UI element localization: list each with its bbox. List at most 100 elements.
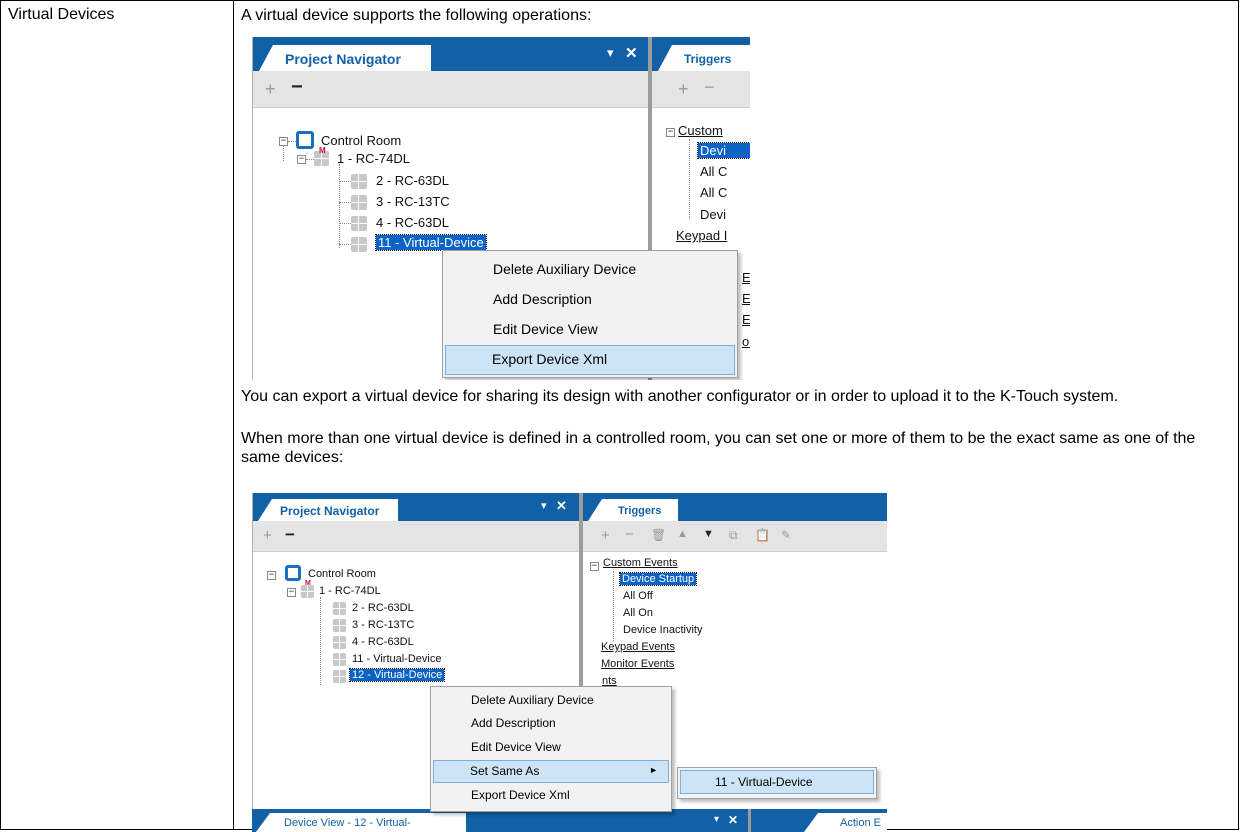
pane-splitter[interactable] bbox=[748, 809, 751, 832]
menu-item-edit-device-view[interactable]: Edit Device View bbox=[433, 737, 669, 759]
close-icon[interactable]: ✕ bbox=[625, 44, 638, 62]
triggers-toolbar: + − 🗑 ▲ ▼ ⧉ 📋 ✎ bbox=[583, 521, 887, 552]
remove-icon[interactable]: − bbox=[291, 76, 303, 99]
triggers-title-bar: Triggers bbox=[583, 493, 887, 521]
tree-item-keypad-events[interactable]: Keypad Events bbox=[601, 641, 675, 653]
master-marker-icon: M bbox=[305, 580, 311, 587]
context-menu: Delete Auxiliary Device Add Description … bbox=[430, 686, 672, 812]
tree-item[interactable]: 2 - RC-63DL bbox=[376, 173, 449, 188]
tab-action-editor[interactable]: Action E bbox=[804, 813, 887, 832]
move-up-icon[interactable]: ▲ bbox=[677, 528, 688, 540]
collapse-custom-icon[interactable]: − bbox=[666, 128, 675, 137]
tree-connector bbox=[288, 141, 296, 142]
menu-item-edit-device-view[interactable]: Edit Device View bbox=[445, 316, 735, 344]
triggers-title-bar: Triggers bbox=[652, 37, 750, 71]
tab-project-navigator[interactable]: Project Navigator bbox=[258, 499, 398, 521]
tree-connector bbox=[689, 139, 690, 219]
tree-item[interactable]: All C bbox=[700, 164, 727, 179]
pin-dropdown-icon[interactable]: ▾ bbox=[541, 499, 547, 512]
collapse-main-icon[interactable]: − bbox=[287, 588, 296, 597]
collapse-root-icon[interactable]: − bbox=[267, 571, 276, 580]
remove-icon[interactable]: − bbox=[625, 526, 634, 543]
tree-item[interactable]: E bbox=[742, 270, 750, 285]
menu-item-label: Set Same As bbox=[470, 764, 540, 778]
tree-connector bbox=[339, 181, 351, 182]
menu-item-delete-auxiliary[interactable]: Delete Auxiliary Device bbox=[433, 690, 669, 712]
tree-item[interactable]: 4 - RC-63DL bbox=[376, 215, 449, 230]
tab-device-view[interactable]: Device View - 12 - Virtual- bbox=[256, 813, 466, 832]
tree-item[interactable]: 3 - RC-13TC bbox=[376, 194, 450, 209]
device-icon bbox=[351, 237, 367, 252]
menu-item-add-description[interactable]: Add Description bbox=[445, 286, 735, 314]
tree-item[interactable]: All C bbox=[700, 185, 727, 200]
add-icon[interactable]: + bbox=[263, 527, 272, 544]
tree-item-custom-events[interactable]: Custom bbox=[678, 123, 723, 138]
delete-icon[interactable]: 🗑 bbox=[651, 528, 666, 542]
add-icon[interactable]: + bbox=[678, 79, 689, 100]
device-icon bbox=[333, 670, 346, 683]
submenu-arrow-icon: ► bbox=[649, 765, 658, 775]
tree-item-selected[interactable]: Devi bbox=[697, 142, 750, 159]
tree-item-selected[interactable]: 11 - Virtual-Device bbox=[375, 234, 487, 251]
menu-item-export-device-xml[interactable]: Export Device Xml bbox=[445, 345, 735, 375]
tree-item[interactable]: E bbox=[742, 312, 750, 327]
row-label: Virtual Devices bbox=[8, 6, 115, 23]
tab-triggers[interactable]: Triggers bbox=[658, 45, 750, 71]
remove-icon[interactable]: − bbox=[704, 77, 715, 98]
device-icon bbox=[333, 636, 346, 649]
device-icon bbox=[333, 619, 346, 632]
tree-item[interactable]: All Off bbox=[623, 590, 653, 602]
tree-item-control-room[interactable]: Control Room bbox=[308, 568, 376, 580]
tree-item[interactable]: 3 - RC-13TC bbox=[352, 619, 414, 631]
tree-item[interactable]: 2 - RC-63DL bbox=[352, 602, 414, 614]
move-down-icon[interactable]: ▼ bbox=[703, 528, 714, 540]
menu-item-delete-auxiliary[interactable]: Delete Auxiliary Device bbox=[445, 256, 735, 284]
tab-project-navigator[interactable]: Project Navigator bbox=[259, 45, 431, 71]
tree-item[interactable]: ou bbox=[742, 334, 750, 349]
tree-connector bbox=[283, 146, 284, 161]
device-icon bbox=[351, 216, 367, 231]
menu-item-add-description[interactable]: Add Description bbox=[433, 713, 669, 735]
paste-icon[interactable]: 📋 bbox=[755, 528, 770, 542]
tab-triggers[interactable]: Triggers bbox=[588, 499, 678, 521]
submenu-item-virtual-device[interactable]: 11 - Virtual-Device bbox=[680, 770, 874, 794]
tree-item-main-device[interactable]: 1 - RC-74DL bbox=[319, 585, 381, 597]
tree-item[interactable]: 11 - Virtual-Device bbox=[352, 653, 441, 665]
navigator-toolbar: + − bbox=[253, 71, 648, 108]
collapse-root-icon[interactable]: − bbox=[279, 137, 288, 146]
tree-connector bbox=[339, 202, 351, 203]
tree-connector bbox=[339, 164, 340, 248]
tree-item-control-room[interactable]: Control Room bbox=[321, 133, 401, 148]
menu-item-set-same-as[interactable]: Set Same As ► bbox=[433, 760, 669, 783]
tree-item-selected[interactable]: 12 - Virtual-Device bbox=[348, 668, 446, 682]
pin-dropdown-icon[interactable]: ▾ bbox=[714, 814, 719, 825]
tree-item[interactable]: Devi bbox=[700, 207, 726, 222]
menu-item-export-device-xml[interactable]: Export Device Xml bbox=[433, 785, 669, 807]
context-menu: Delete Auxiliary Device Add Description … bbox=[442, 250, 738, 378]
remove-icon[interactable]: − bbox=[285, 525, 295, 545]
tree-item-monitor-events[interactable]: Monitor Events bbox=[601, 658, 674, 670]
tree-item-selected[interactable]: Device Startup bbox=[618, 572, 698, 586]
edit-icon[interactable]: ✎ bbox=[781, 528, 791, 542]
tree-item-keypad-events[interactable]: Keypad I bbox=[676, 228, 727, 243]
screenshot-export-device: Project Navigator ▾ ✕ + − − Control Room… bbox=[252, 37, 750, 380]
intro-paragraph: A virtual device supports the following … bbox=[241, 7, 592, 24]
close-icon[interactable]: ✕ bbox=[728, 813, 738, 827]
tree-item[interactable]: All On bbox=[623, 607, 653, 619]
pin-dropdown-icon[interactable]: ▾ bbox=[607, 45, 614, 61]
tree-connector bbox=[613, 571, 614, 641]
collapse-custom-icon[interactable]: − bbox=[590, 562, 599, 571]
tree-item[interactable]: 4 - RC-63DL bbox=[352, 636, 414, 648]
submenu: 11 - Virtual-Device bbox=[677, 767, 877, 799]
room-icon bbox=[296, 131, 314, 149]
collapse-main-icon[interactable]: − bbox=[297, 155, 306, 164]
tree-item[interactable]: Device Inactivity bbox=[623, 624, 702, 636]
tree-item-custom-events[interactable]: Custom Events bbox=[603, 557, 678, 569]
add-icon[interactable]: + bbox=[601, 527, 610, 544]
tree-item[interactable]: Ev bbox=[742, 291, 750, 306]
add-icon[interactable]: + bbox=[265, 79, 276, 100]
tree-item-main-device[interactable]: 1 - RC-74DL bbox=[337, 151, 410, 166]
copy-icon[interactable]: ⧉ bbox=[729, 528, 738, 543]
close-icon[interactable]: ✕ bbox=[556, 498, 567, 514]
navigator-title-bar: Project Navigator ▾ ✕ bbox=[253, 493, 579, 521]
